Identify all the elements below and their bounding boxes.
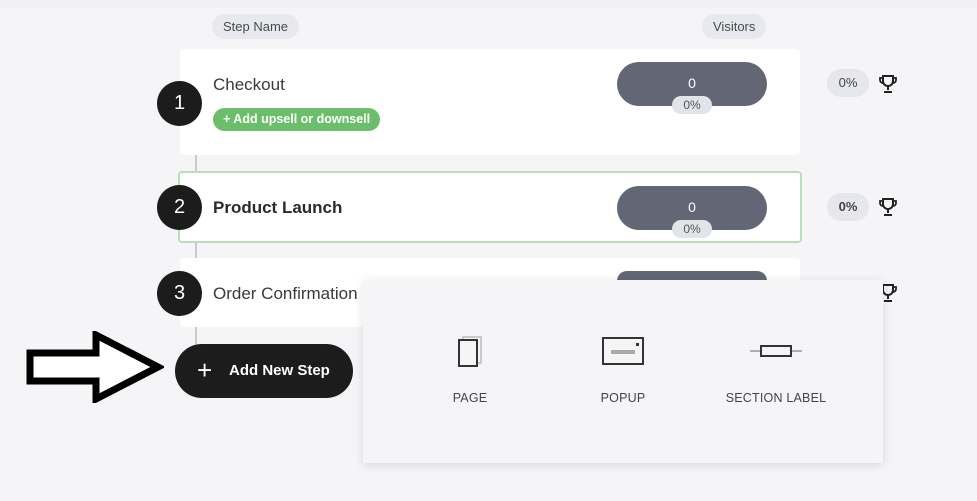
visitors-count: 0 [688,199,696,215]
top-bar [0,0,977,8]
popup-icon [602,337,644,365]
section-label-icon [750,345,802,357]
step-number: 1 [157,81,202,126]
add-step-popover: PAGE POPUP SECTION LABEL [363,280,883,463]
step-name[interactable]: Order Confirmation [213,284,358,304]
visitors-header: Visitors [702,14,767,39]
trophy-icon[interactable] [878,197,898,217]
popover-item-popup[interactable]: POPUP [568,335,678,405]
popover-item-page[interactable]: PAGE [415,335,525,405]
add-new-step-button[interactable]: + Add New Step [175,344,353,398]
step-name[interactable]: Product Launch [213,198,342,218]
visitors-percent: 0% [672,96,712,114]
visitors-count: 0 [688,75,696,91]
add-new-step-label: Add New Step [229,362,330,379]
popover-item-label: PAGE [452,391,488,405]
popover-item-section-label[interactable]: SECTION LABEL [721,335,831,405]
add-upsell-button[interactable]: + Add upsell or downsell [213,108,381,131]
page-icon [458,336,482,367]
popover-item-label: POPUP [600,391,646,405]
step-number: 2 [157,185,202,230]
step-name-header: Step Name [212,14,300,39]
step-number: 3 [157,271,202,316]
conversion-badge: 0% [827,69,869,97]
plus-icon: + [197,355,213,385]
conversion-badge: 0% [827,193,869,221]
step-name[interactable]: Checkout [213,75,285,95]
arrow-right-icon [26,331,164,403]
visitors-percent: 0% [672,220,712,238]
popover-item-label: SECTION LABEL [725,391,827,405]
trophy-icon[interactable] [878,74,898,94]
